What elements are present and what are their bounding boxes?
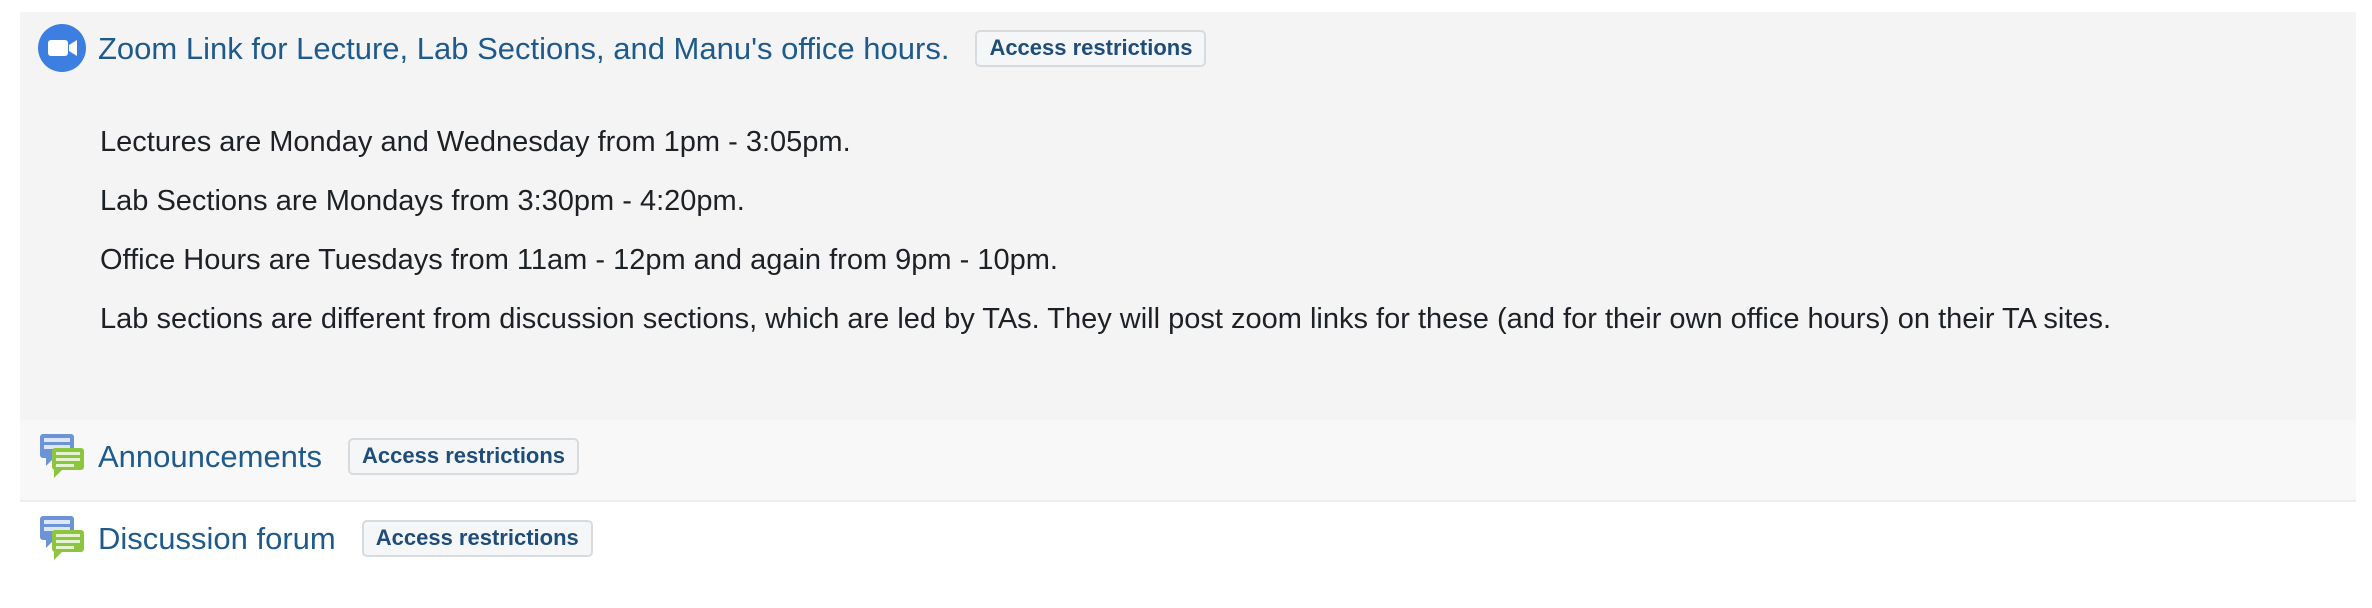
announcements-link[interactable]: Announcements <box>98 441 322 472</box>
activity-header: Discussion forum Access restrictions <box>38 514 593 562</box>
forum-chat-icon[interactable] <box>38 514 86 562</box>
activity-announcements: Announcements Access restrictions <box>20 420 2356 502</box>
course-section-activities: Zoom Link for Lecture, Lab Sections, and… <box>20 12 2356 584</box>
activity-header: Announcements Access restrictions <box>38 432 580 480</box>
activity-description: Lectures are Monday and Wednesday from 1… <box>100 122 2340 358</box>
activity-header: Zoom Link for Lecture, Lab Sections, and… <box>38 24 1207 72</box>
description-line: Office Hours are Tuesdays from 11am - 12… <box>100 244 1058 276</box>
access-restrictions-badge[interactable]: Access restrictions <box>348 437 580 475</box>
activity-zoom: Zoom Link for Lecture, Lab Sections, and… <box>20 12 2356 420</box>
description-line: Lab Sections are Mondays from 3:30pm - 4… <box>100 185 745 217</box>
zoom-video-icon[interactable] <box>38 24 86 72</box>
description-line: Lectures are Monday and Wednesday from 1… <box>100 126 851 158</box>
description-line: Lab sections are different from discussi… <box>100 303 2112 335</box>
zoom-link[interactable]: Zoom Link for Lecture, Lab Sections, and… <box>98 33 949 64</box>
forum-chat-icon[interactable] <box>38 432 86 480</box>
access-restrictions-badge[interactable]: Access restrictions <box>361 519 593 557</box>
activity-discussion-forum: Discussion forum Access restrictions <box>20 502 2356 584</box>
access-restrictions-badge[interactable]: Access restrictions <box>975 29 1207 67</box>
discussion-forum-link[interactable]: Discussion forum <box>98 523 336 554</box>
